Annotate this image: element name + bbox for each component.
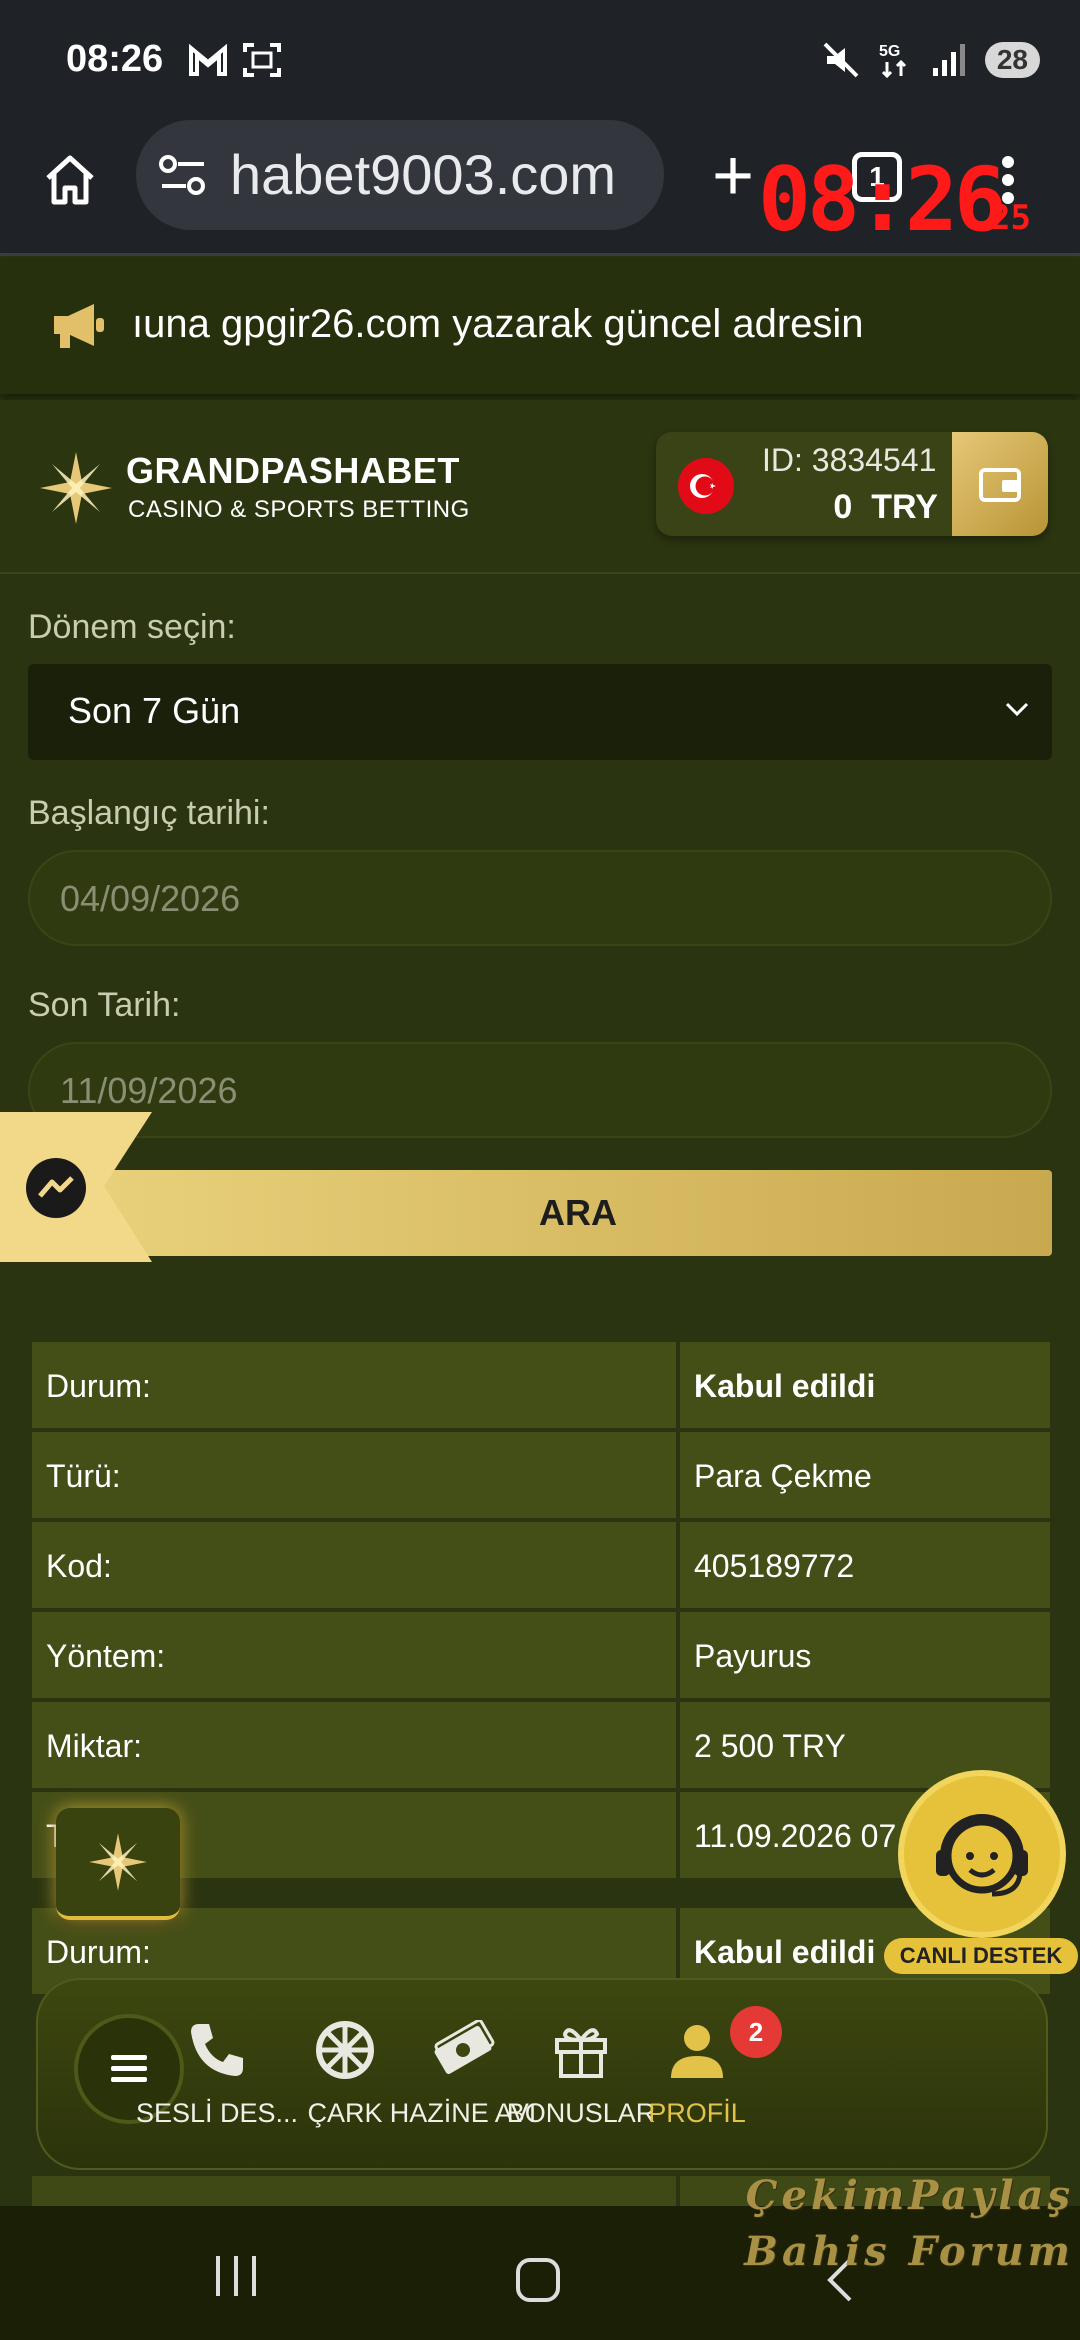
type-value: Para Çekme <box>680 1432 1050 1518</box>
notification-icons <box>188 42 282 78</box>
balance-amount: 0 <box>833 488 853 526</box>
notification-badge: 2 <box>730 2006 782 2058</box>
announcement-text: ıuna gpgir26.com yazarak güncel adresin <box>132 302 864 346</box>
bottom-navigation: SESLİ DES... ÇARK HAZİNE AVI BONUSLAR PR… <box>36 1978 1048 2170</box>
account-id: ID: 3834541 <box>762 442 937 478</box>
wallet-icon <box>979 468 1021 502</box>
end-date-label: Son Tarih: <box>28 986 181 1024</box>
amount-key: Miktar: <box>32 1702 676 1788</box>
nav-item-profile[interactable]: PROFİL 2 <box>612 2006 782 2129</box>
brand-name[interactable]: GRANDPASHABET <box>126 450 460 492</box>
balance-currency: TRY <box>871 488 938 526</box>
end-date-value: 11/09/2026 <box>60 1070 238 1111</box>
brand-star-icon[interactable] <box>36 448 116 528</box>
cash-icon <box>434 2020 495 2075</box>
browser-toolbar: habet9003.com + 1 08:26 25 <box>0 120 1080 256</box>
support-agent-icon <box>898 1770 1066 1938</box>
live-support-label: CANLI DESTEK <box>884 1938 1078 1974</box>
recent-apps-icon[interactable] <box>212 2254 260 2298</box>
megaphone-icon <box>54 304 104 348</box>
live-support-button[interactable]: CANLI DESTEK <box>884 1770 1078 1980</box>
svg-text:5G: 5G <box>879 43 900 60</box>
status-bar: 08:26 5G 28 <box>0 0 1080 120</box>
overlay-seconds: 25 <box>990 198 1031 238</box>
site-header: GRANDPASHABET CASINO & SPORTS BETTING ID… <box>0 400 1080 574</box>
new-tab-button[interactable]: + <box>712 140 754 212</box>
profile-icon <box>671 2025 723 2078</box>
url-text: habet9003.com <box>230 143 617 206</box>
start-date-field[interactable]: 04/09/2026 <box>28 850 1052 946</box>
nav-label: PROFİL <box>648 2098 746 2128</box>
turkey-flag-icon <box>678 458 734 514</box>
code-value: 405189772 <box>680 1522 1050 1608</box>
announcement-bar: ıuna gpgir26.com yazarak güncel adresin <box>0 258 1080 394</box>
table-row: Kod: 405189772 <box>32 1522 1050 1608</box>
watermark-line1: ÇekimPaylaş <box>745 2172 1074 2219</box>
period-select[interactable]: Son 7 Gün <box>28 664 1052 760</box>
method-key: Yöntem: <box>32 1612 676 1698</box>
wheel-icon <box>316 2021 374 2079</box>
overlay-clock: 08:26 <box>758 148 1007 251</box>
signal-icon <box>932 44 965 76</box>
table-row: Türü: Para Çekme <box>32 1432 1050 1518</box>
status-key: Durum: <box>32 1342 676 1428</box>
home-icon[interactable] <box>40 150 100 210</box>
account-panel[interactable]: ID: 3834541 0 TRY <box>656 432 1048 536</box>
chevron-down-icon <box>1005 702 1029 717</box>
watermark: ÇekimPaylaş Bahis Forum <box>744 2168 1074 2280</box>
home-nav-icon[interactable] <box>514 2256 562 2304</box>
period-label: Dönem seçin: <box>28 608 236 646</box>
system-indicators: 5G 28 <box>821 40 1040 80</box>
type-key: Türü: <box>32 1432 676 1518</box>
wallet-button[interactable] <box>952 432 1048 536</box>
start-date-label: Başlangıç tarihi: <box>28 794 270 832</box>
brand-star-icon <box>89 1833 147 1891</box>
address-bar[interactable]: habet9003.com <box>136 120 664 230</box>
account-balance: 0 TRY <box>833 488 938 527</box>
5g-icon: 5G <box>879 43 906 79</box>
end-date-field[interactable]: 11/09/2026 <box>28 1042 1052 1138</box>
watermark-line2: Bahis Forum <box>744 2228 1074 2275</box>
battery-indicator: 28 <box>984 42 1040 78</box>
code-key: Kod: <box>32 1522 676 1608</box>
status-value: Kabul edildi <box>680 1342 1050 1428</box>
site-settings-icon[interactable] <box>158 154 208 198</box>
brand-tagline: CASINO & SPORTS BETTING <box>128 496 470 523</box>
gift-icon <box>555 2028 607 2078</box>
brand-fab-button[interactable] <box>56 1808 180 1920</box>
table-row: Durum: Kabul edildi <box>32 1342 1050 1428</box>
method-value: Payurus <box>680 1612 1050 1698</box>
mute-icon <box>823 42 859 78</box>
start-date-value: 04/09/2026 <box>60 878 241 919</box>
table-row: Yöntem: Payurus <box>32 1612 1050 1698</box>
period-value: Son 7 Gün <box>68 690 241 731</box>
phone-icon <box>191 2024 243 2076</box>
gmail-icon <box>189 43 227 76</box>
messenger-tab[interactable] <box>0 1112 152 1262</box>
status-time: 08:26 <box>66 38 164 80</box>
search-button[interactable]: ARA <box>104 1170 1052 1256</box>
screenshot-icon <box>243 43 281 77</box>
